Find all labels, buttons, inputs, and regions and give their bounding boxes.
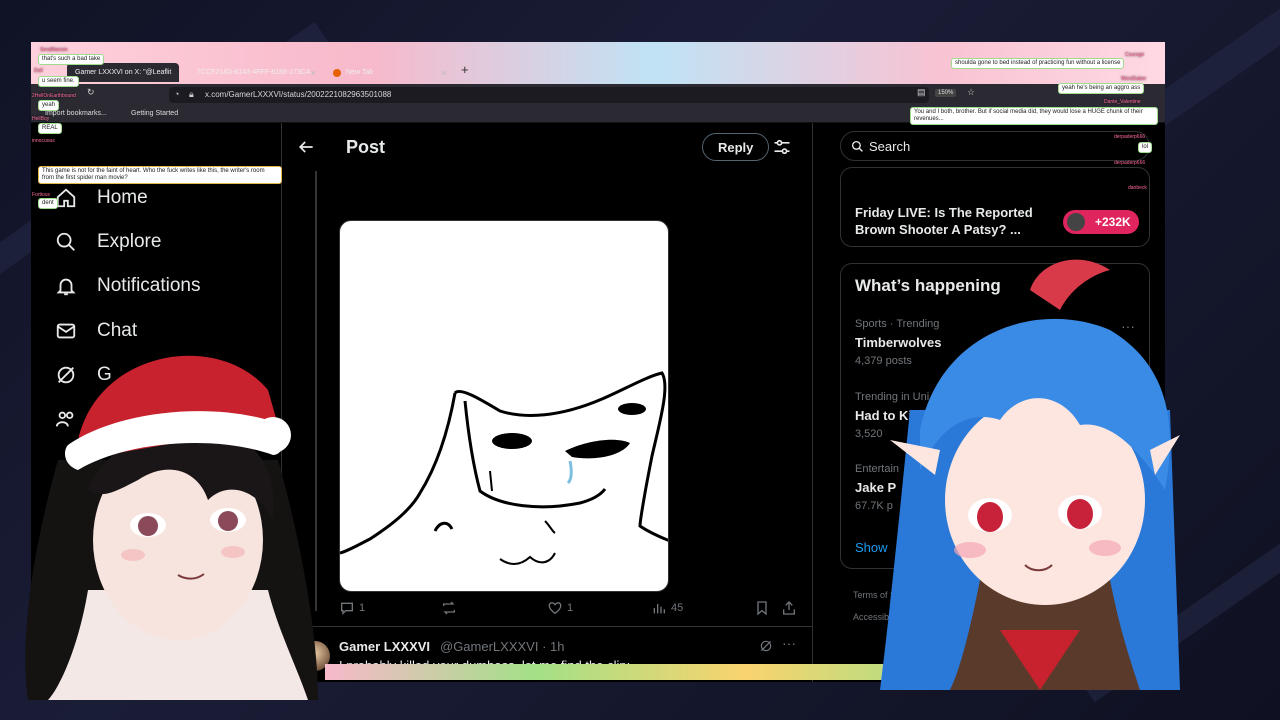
page-title: Post <box>346 137 386 157</box>
column-divider <box>812 123 813 682</box>
chat-message: u seem fine. <box>38 76 79 87</box>
live-viewer-count: +232K <box>1095 215 1131 229</box>
like-count: 1 <box>567 602 574 614</box>
sidebar-item-notifications[interactable]: Notifications <box>55 275 201 297</box>
sidebar-item-explore[interactable]: Explore <box>55 231 161 253</box>
chat-username: HellBoy <box>32 116 50 122</box>
firefox-icon <box>333 68 341 77</box>
search-input[interactable]: Search <box>840 131 1150 161</box>
chat-username: derpaderp666 <box>1114 160 1146 166</box>
trend-count: 3,520 <box>855 428 883 440</box>
bookmark-icon <box>757 601 767 616</box>
repost-icon <box>443 601 455 615</box>
zoom-level[interactable]: 150% <box>935 89 957 97</box>
reply-author-name[interactable]: Gamer LXXXVI <box>339 639 430 654</box>
chat-username: innocuous <box>32 138 55 144</box>
chat-username: Courage <box>1125 52 1145 58</box>
tab-uuid[interactable]: 7CCF214D-8143-4FFF-8188-173CA × <box>189 63 317 82</box>
lock-icon: 🔒︎ <box>189 89 194 99</box>
tab-label: Gamer LXXXVI on X: "@Leaflit <box>75 69 172 76</box>
tab-active[interactable]: Gamer LXXXVI on X: "@Leaflit <box>67 63 179 82</box>
share-icon <box>783 601 795 615</box>
close-icon[interactable]: × <box>442 68 447 78</box>
post-header: Post Reply <box>282 123 812 171</box>
bookmark-action[interactable] <box>754 600 774 616</box>
chat-username: Dante_Valentine <box>1104 99 1141 105</box>
post-actions: 1 1 45 <box>339 600 799 622</box>
chat-message: You and I both, brother. But if social m… <box>910 107 1158 125</box>
chat-message: shoulda gone to bed instead of practicin… <box>951 58 1125 69</box>
chat-message: yeah he's being an aggro ass <box>1058 83 1145 94</box>
tab-label: 7CCF214D-8143-4FFF-8188-173CA <box>197 69 311 76</box>
filter-icon[interactable] <box>772 137 792 157</box>
search-placeholder: Search <box>869 139 911 154</box>
chat-username: SeraMaroon <box>40 47 68 53</box>
share-action[interactable] <box>781 600 801 616</box>
views-action[interactable]: 45 <box>651 600 683 616</box>
nav-bar: ↻ ◔ 🔒︎ x.com/GamerLXXXVI/status/20022210… <box>31 84 1165 106</box>
like-action[interactable]: 1 <box>547 600 573 616</box>
live-event-title: Friday LIVE: Is The Reported Brown Shoot… <box>855 205 1033 237</box>
chat-message: REAL <box>38 123 62 134</box>
sidebar-item-label: Explore <box>97 231 162 252</box>
url-text: x.com/GamerLXXXVI/status/200222108296350… <box>205 90 392 99</box>
chat-username: WordSaber <box>1121 76 1147 82</box>
live-viewer-badge[interactable]: +232K <box>1063 210 1139 234</box>
chat-username: derpaderp666 <box>1114 134 1146 140</box>
search-icon <box>851 140 863 152</box>
comment-icon <box>341 602 353 615</box>
reader-icon[interactable]: ▤ <box>917 87 926 98</box>
wojak-drawing <box>340 371 668 565</box>
chat-username: 2HellOnEarthbound <box>32 93 76 99</box>
sidebar-item-home[interactable]: Home <box>55 187 148 209</box>
reply-button[interactable]: Reply <box>702 133 770 161</box>
sidebar-item-label: Notifications <box>97 275 201 296</box>
url-bar[interactable]: ◔ 🔒︎ x.com/GamerLXXXVI/status/2002221082… <box>169 87 929 103</box>
more-icon[interactable]: ··· <box>782 635 796 651</box>
avatar <box>1067 213 1085 231</box>
vtuber-avatar-left <box>25 355 318 700</box>
reply-count: 1 <box>359 602 366 614</box>
vtuber-avatar-right <box>880 259 1180 690</box>
chat-message: that's such a bad take <box>38 54 105 65</box>
reply-author-handle[interactable]: @GamerLXXXVI · 1h <box>440 639 564 654</box>
post-image[interactable] <box>339 220 669 592</box>
grok-icon[interactable] <box>759 639 773 653</box>
chat-message: This game is not for the faint of heart.… <box>38 166 282 184</box>
close-icon[interactable]: × <box>311 68 316 78</box>
reload-icon[interactable]: ↻ <box>87 87 95 98</box>
search-icon <box>56 232 75 251</box>
chat-username: danbeck <box>1128 185 1147 191</box>
chat-username: Doll <box>34 68 43 74</box>
star-icon[interactable]: ☆ <box>967 87 975 98</box>
view-count: 45 <box>671 602 684 614</box>
home-icon <box>56 188 76 208</box>
bookmark-getting-started[interactable]: Getting Started <box>131 110 178 117</box>
live-event-card[interactable]: Friday LIVE: Is The Reported Brown Shoot… <box>840 167 1150 247</box>
reply-action[interactable]: 1 <box>339 600 365 616</box>
tab-new[interactable]: New Tab × <box>325 63 455 82</box>
tab-label: New Tab <box>346 69 374 76</box>
bell-icon <box>56 278 76 296</box>
bookmark-import[interactable]: Import bookmarks... <box>45 110 107 117</box>
sidebar-item-label: Home <box>97 187 148 208</box>
heart-icon <box>548 602 562 615</box>
repost-action[interactable] <box>441 600 461 616</box>
chat-message: dent <box>38 198 58 209</box>
back-arrow-icon[interactable] <box>296 137 316 157</box>
chat-message: lol <box>1138 142 1153 153</box>
new-tab-icon[interactable]: + <box>461 62 469 77</box>
analytics-icon <box>653 604 665 614</box>
chat-message: yeah <box>38 100 60 111</box>
shield-icon[interactable]: ◔ <box>174 89 179 99</box>
stream-layout: Gamer LXXXVI on X: "@Leaflit 7CCF214D-81… <box>0 0 1280 720</box>
